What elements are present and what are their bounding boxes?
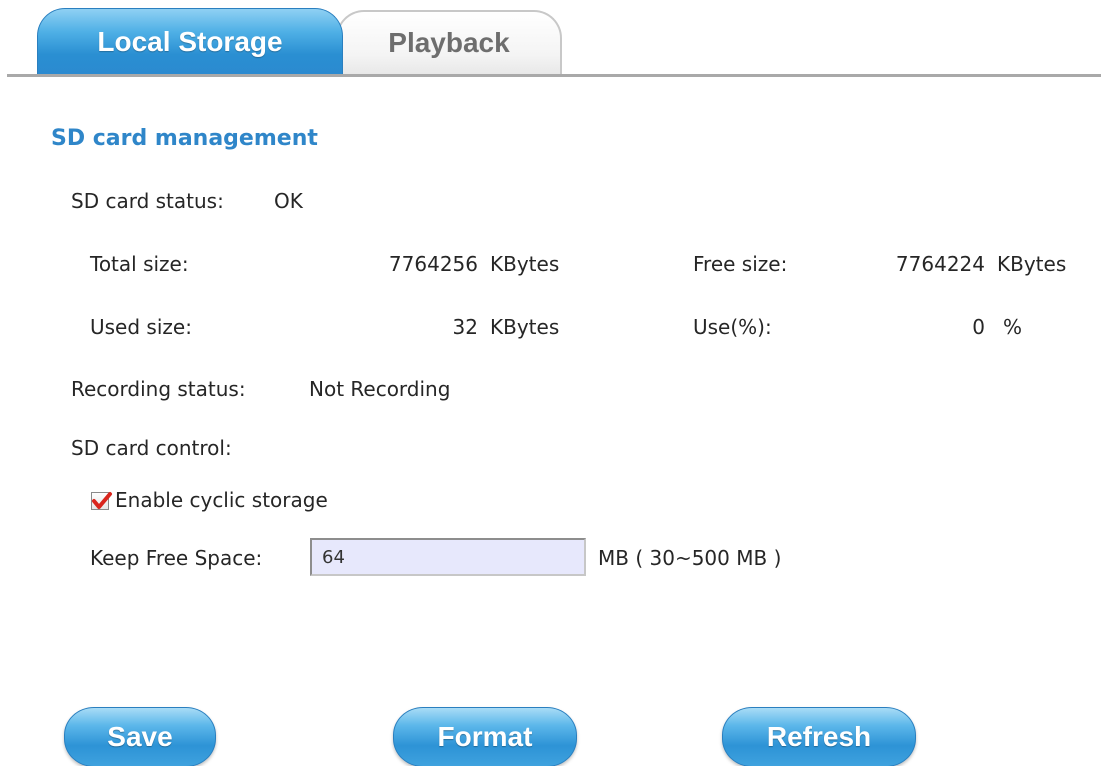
tab-divider bbox=[7, 74, 1101, 77]
free-size-unit: KBytes bbox=[997, 252, 1067, 276]
recording-status-value: Not Recording bbox=[309, 377, 451, 401]
used-size-unit: KBytes bbox=[490, 315, 560, 339]
keep-free-space-input[interactable] bbox=[310, 538, 586, 576]
refresh-button[interactable]: Refresh bbox=[722, 707, 916, 766]
sd-status-label: SD card status: bbox=[71, 189, 224, 213]
free-size-value: 7764224 bbox=[895, 252, 985, 276]
total-size-label: Total size: bbox=[90, 252, 189, 276]
page: Playback Local Storage SD card managemen… bbox=[0, 0, 1101, 766]
cyclic-storage-label[interactable]: Enable cyclic storage bbox=[115, 488, 328, 512]
total-size-unit: KBytes bbox=[490, 252, 560, 276]
cyclic-storage-checkbox[interactable] bbox=[91, 492, 112, 510]
sd-control-label: SD card control: bbox=[71, 436, 232, 460]
used-size-label: Used size: bbox=[90, 315, 192, 339]
tab-playback[interactable]: Playback bbox=[336, 10, 562, 74]
save-button[interactable]: Save bbox=[64, 707, 216, 766]
tab-local-storage[interactable]: Local Storage bbox=[37, 8, 343, 74]
format-button[interactable]: Format bbox=[393, 707, 577, 766]
checkmark-icon bbox=[92, 492, 112, 509]
use-percent-unit: % bbox=[1003, 315, 1023, 339]
free-size-label: Free size: bbox=[693, 252, 788, 276]
keep-free-space-hint: MB ( 30~500 MB ) bbox=[598, 546, 782, 570]
keep-free-space-label: Keep Free Space: bbox=[90, 546, 263, 570]
use-percent-value: 0 bbox=[972, 315, 985, 339]
used-size-value: 32 bbox=[452, 315, 478, 339]
sd-status-value: OK bbox=[274, 189, 303, 213]
use-percent-label: Use(%): bbox=[693, 315, 772, 339]
section-title: SD card management bbox=[51, 126, 318, 151]
total-size-value: 7764256 bbox=[388, 252, 478, 276]
recording-status-label: Recording status: bbox=[71, 377, 246, 401]
